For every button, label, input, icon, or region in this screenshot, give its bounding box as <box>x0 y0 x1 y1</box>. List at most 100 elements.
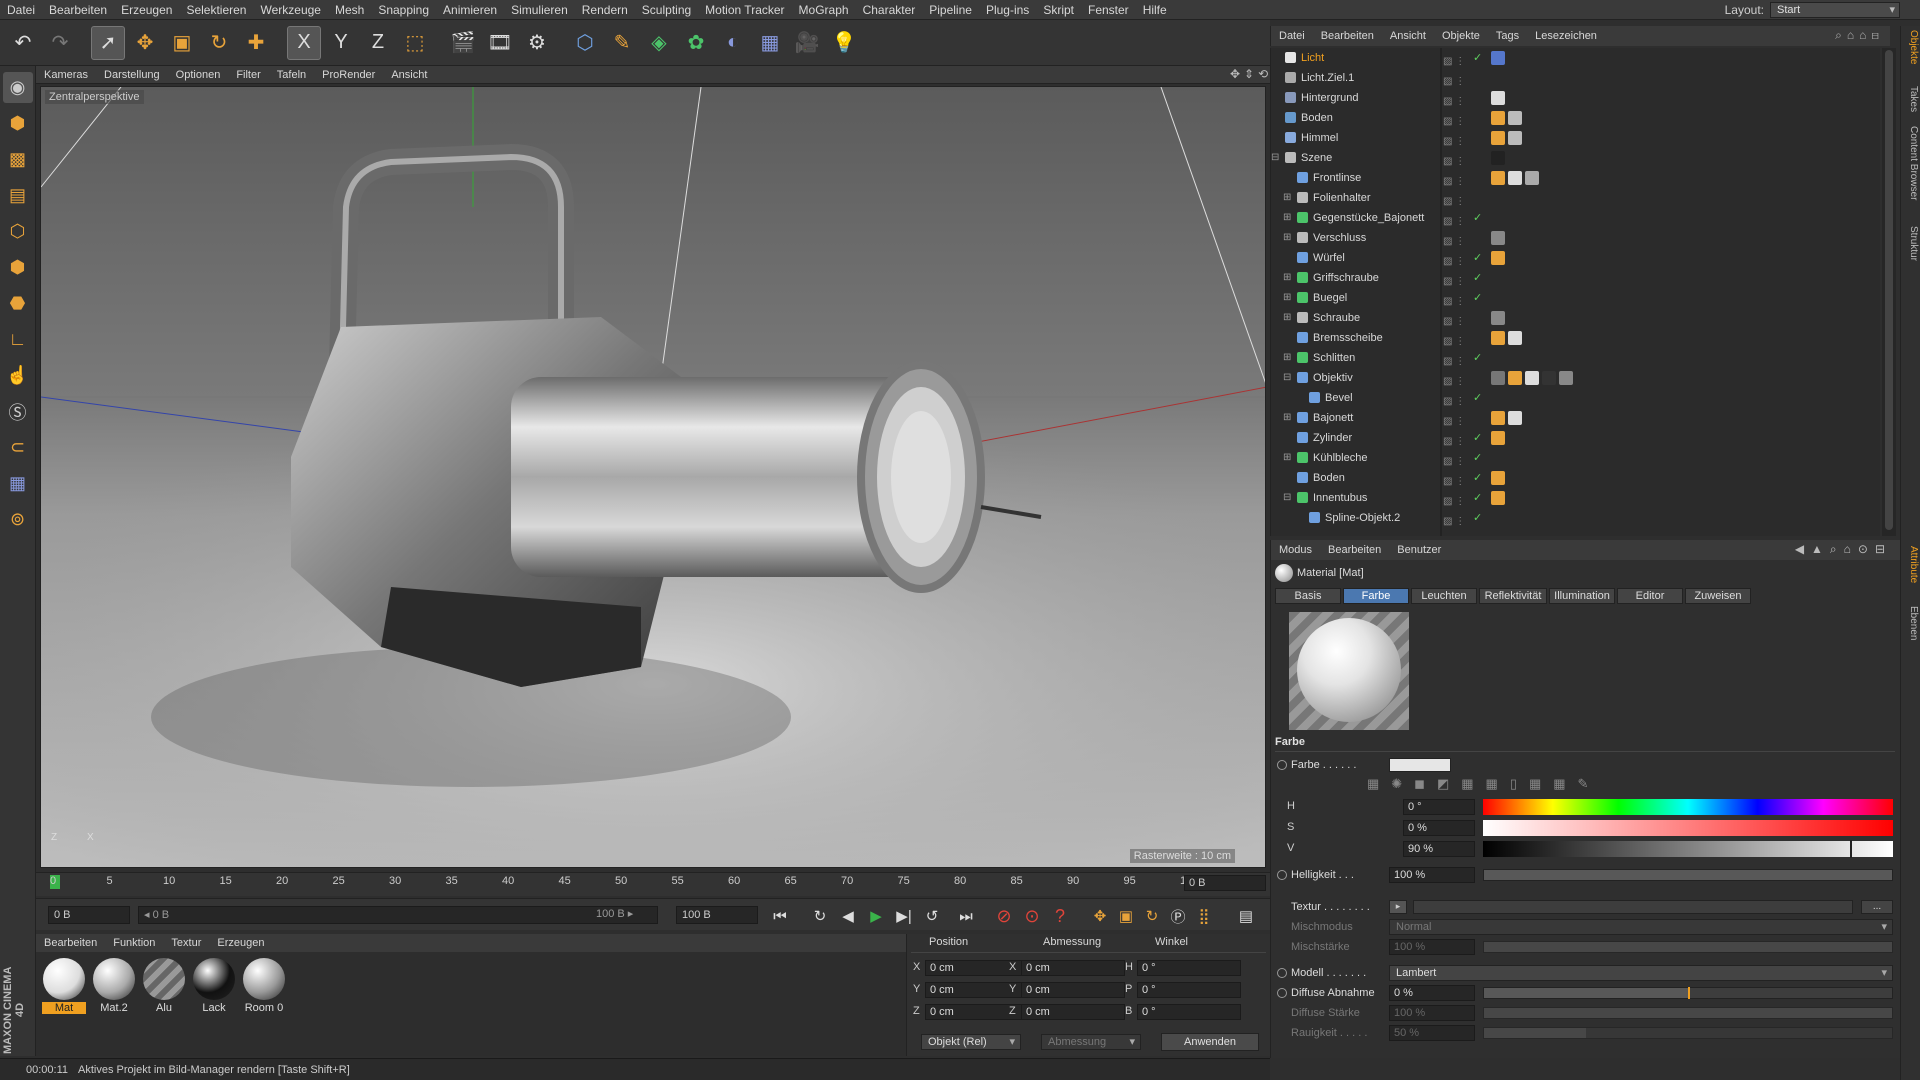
object-row[interactable]: Licht.Ziel.1 ▨ ⋮ <box>1271 68 1881 88</box>
material-tag-icon[interactable] <box>1491 171 1505 185</box>
expand-icon[interactable]: ⊟ <box>1283 368 1291 388</box>
enabled-check-icon[interactable]: ✓ <box>1473 248 1482 268</box>
side-tab[interactable]: Content Browser <box>1903 126 1919 200</box>
attribute-menu-item[interactable]: Bearbeiten <box>1320 544 1389 556</box>
expand-icon[interactable]: ⊞ <box>1283 268 1291 288</box>
rotation-field[interactable]: 0 ° <box>1137 1004 1241 1020</box>
x-axis-button[interactable]: X <box>287 25 321 60</box>
material-tag-icon[interactable] <box>1525 171 1539 185</box>
object-row[interactable]: ⊞ Folienhalter ▨ ⋮ <box>1271 188 1881 208</box>
pen-icon[interactable]: ✎ <box>605 26 639 60</box>
camera-icon[interactable]: 🎥 <box>790 26 824 60</box>
gravity-icon[interactable]: ⊚ <box>3 504 33 535</box>
attribute-tab[interactable]: Farbe <box>1343 588 1409 604</box>
step-forward-icon[interactable]: ▶| <box>892 905 916 927</box>
material-swatch[interactable]: Lack <box>192 958 236 1014</box>
menu-item[interactable]: Mesh <box>328 3 371 17</box>
object-row[interactable]: Bremsscheibe ▨ ⋮ <box>1271 328 1881 348</box>
side-tab[interactable]: Ebenen <box>1903 606 1919 640</box>
menu-item[interactable]: Skript <box>1036 3 1081 17</box>
material-tag-icon[interactable] <box>1508 411 1522 425</box>
side-tab[interactable]: Objekte <box>1903 30 1919 64</box>
make-editable-icon[interactable]: ◉ <box>2 72 33 103</box>
expand-icon[interactable]: ⊞ <box>1283 448 1291 468</box>
h-field[interactable]: 0 ° <box>1403 799 1475 815</box>
material-swatch[interactable]: Mat.2 <box>92 958 136 1014</box>
hue-slider[interactable] <box>1483 799 1893 815</box>
material-tag-icon[interactable] <box>1508 111 1522 125</box>
object-row[interactable]: Boden ▨ ⋮ <box>1271 108 1881 128</box>
enabled-check-icon[interactable]: ✓ <box>1473 508 1482 528</box>
brightness-slider[interactable] <box>1483 869 1893 881</box>
object-row[interactable]: ⊟ Innentubus ▨ ⋮ ✓ <box>1271 488 1881 508</box>
viewport[interactable]: Zentralperspektive Rasterweite : 10 cm Z… <box>40 86 1266 868</box>
size-field[interactable]: 0 cm <box>1021 1004 1125 1020</box>
material-tag-icon[interactable] <box>1491 251 1505 265</box>
object-row[interactable]: Würfel ▨ ⋮ ✓ <box>1271 248 1881 268</box>
viewport-menu-item[interactable]: ProRender <box>314 69 383 81</box>
side-tab[interactable]: Takes <box>1903 86 1919 112</box>
axis-mode-icon[interactable]: ∟ <box>3 324 33 355</box>
key-rotation-icon[interactable]: ↻ <box>1140 905 1164 927</box>
viewport-menu-item[interactable]: Ansicht <box>383 69 435 81</box>
texture-field[interactable] <box>1413 900 1853 914</box>
material-menu-item[interactable]: Bearbeiten <box>36 937 105 949</box>
attribute-menu-item[interactable]: Benutzer <box>1389 544 1449 556</box>
record-icon[interactable]: ⊘ <box>992 905 1016 927</box>
object-row[interactable]: ⊞ Schlitten ▨ ⋮ ✓ <box>1271 348 1881 368</box>
enabled-check-icon[interactable]: ✓ <box>1473 48 1482 68</box>
model-dropdown[interactable]: Lambert <box>1389 965 1893 981</box>
texture-browse-button[interactable]: ... <box>1861 900 1893 914</box>
start-frame-field[interactable]: 0 B <box>48 906 130 924</box>
snapping-icon[interactable]: Ⓢ <box>3 396 33 427</box>
y-axis-button[interactable]: Y <box>324 26 358 60</box>
polygons-mode-icon[interactable]: ⬣ <box>3 288 33 319</box>
material-tag-icon[interactable] <box>1491 151 1505 165</box>
menu-item[interactable]: Motion Tracker <box>698 3 791 17</box>
enabled-check-icon[interactable]: ✓ <box>1473 348 1482 368</box>
attribute-tab[interactable]: Reflektivität <box>1479 588 1547 604</box>
material-tag-icon[interactable] <box>1508 371 1522 385</box>
size-mode-dropdown[interactable]: Abmessung <box>1041 1034 1141 1050</box>
material-menu-item[interactable]: Erzeugen <box>209 937 272 949</box>
key-parameter-icon[interactable]: Ⓟ <box>1166 905 1190 927</box>
expand-icon[interactable]: ⊞ <box>1283 288 1291 308</box>
menu-item[interactable]: Erzeugen <box>114 3 179 17</box>
material-tag-icon[interactable] <box>1508 331 1522 345</box>
floor-icon[interactable]: ▦ <box>753 26 787 60</box>
size-field[interactable]: 0 cm <box>1021 960 1125 976</box>
object-menu-item[interactable]: Bearbeiten <box>1313 30 1382 42</box>
deformer-icon[interactable]: ◐ <box>716 26 750 60</box>
go-to-start-icon[interactable]: ⏮ <box>768 905 792 927</box>
apply-button[interactable]: Anwenden <box>1161 1033 1259 1051</box>
repeat-icon[interactable]: ↺ <box>920 905 944 927</box>
menu-item[interactable]: Hilfe <box>1136 3 1174 17</box>
step-back-icon[interactable]: ◀ <box>836 905 860 927</box>
attribute-navigation-icon[interactable]: ◀▲⌕⌂⊙⊟ <box>1795 542 1892 557</box>
object-menu-item[interactable]: Tags <box>1488 30 1527 42</box>
menu-item[interactable]: Animieren <box>436 3 504 17</box>
viewport-menu-item[interactable]: Tafeln <box>269 69 314 81</box>
value-slider[interactable] <box>1483 840 1893 858</box>
brightness-radio-icon[interactable] <box>1277 870 1287 880</box>
material-tag-icon[interactable] <box>1491 231 1505 245</box>
material-tag-icon[interactable] <box>1491 51 1505 65</box>
material-tag-icon[interactable] <box>1491 431 1505 445</box>
enabled-check-icon[interactable]: ✓ <box>1473 488 1482 508</box>
v-field[interactable]: 90 % <box>1403 841 1475 857</box>
render-settings-icon[interactable]: ⚙ <box>520 26 554 60</box>
diffuse-falloff-field[interactable]: 0 % <box>1389 985 1475 1001</box>
attribute-menu-item[interactable]: Modus <box>1271 544 1320 556</box>
play-icon[interactable]: ▶ <box>864 905 888 927</box>
material-tag-icon[interactable] <box>1491 131 1505 145</box>
object-row[interactable]: ⊟ Szene ▨ ⋮ <box>1271 148 1881 168</box>
menu-item[interactable]: MoGraph <box>792 3 856 17</box>
enabled-check-icon[interactable]: ✓ <box>1473 268 1482 288</box>
material-swatch[interactable]: Mat <box>42 958 86 1014</box>
menu-item[interactable]: Simulieren <box>504 3 575 17</box>
rotation-field[interactable]: 0 ° <box>1137 960 1241 976</box>
layout-dropdown[interactable]: Start <box>1770 2 1900 18</box>
material-tag-icon[interactable] <box>1491 311 1505 325</box>
workplane-icon[interactable]: ▤ <box>3 180 33 211</box>
brightness-field[interactable]: 100 % <box>1389 867 1475 883</box>
